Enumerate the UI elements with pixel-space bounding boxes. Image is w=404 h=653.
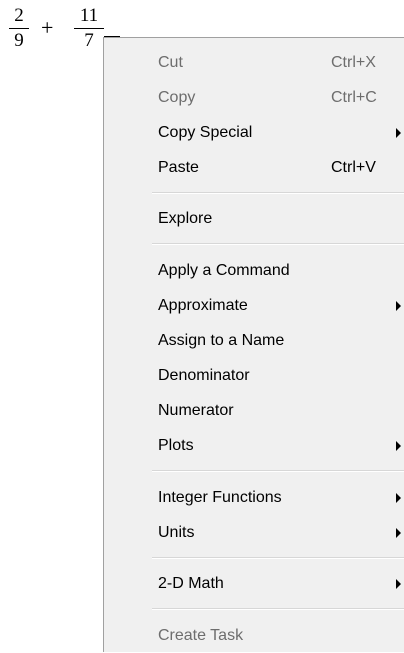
menu-item-paste[interactable]: Paste Ctrl+V: [104, 151, 404, 185]
plus-operator: +: [41, 15, 54, 40]
menu-item-explore[interactable]: Explore: [104, 202, 404, 236]
menu-item-label: Assign to a Name: [158, 332, 285, 349]
menu-item-assign-to-a-name[interactable]: Assign to a Name: [104, 324, 404, 358]
menu-item-shortcut: Ctrl+V: [331, 159, 376, 176]
menu-item-label: Apply a Command: [158, 262, 290, 279]
fraction-eleven-sevenths: 11 7: [74, 6, 104, 50]
menu-item-plots[interactable]: Plots: [104, 429, 404, 463]
menu-item-label: Integer Functions: [158, 489, 282, 506]
menu-item-integer-functions[interactable]: Integer Functions: [104, 481, 404, 515]
submenu-arrow-icon: [396, 301, 401, 311]
menu-item-denominator[interactable]: Denominator: [104, 359, 404, 393]
menu-item-shortcut: Ctrl+C: [331, 89, 377, 106]
menu-separator: [152, 243, 404, 245]
fraction-denominator: 7: [84, 30, 94, 51]
menu-item-create-task[interactable]: Create Task: [104, 619, 404, 653]
menu-item-label: Cut: [158, 54, 183, 71]
menu-item-2d-math[interactable]: 2-D Math: [104, 567, 404, 601]
menu-item-units[interactable]: Units: [104, 516, 404, 550]
menu-item-label: Explore: [158, 210, 213, 227]
submenu-arrow-icon: [396, 128, 401, 138]
submenu-arrow-icon: [396, 493, 401, 503]
menu-item-label: Create Task: [158, 627, 244, 644]
menu-item-approximate[interactable]: Approximate: [104, 289, 404, 323]
menu-separator: [152, 557, 404, 559]
fraction-two-ninths: 2 9: [9, 6, 29, 50]
menu-item-label: Plots: [158, 437, 194, 454]
menu-item-copy[interactable]: Copy Ctrl+C: [104, 81, 404, 115]
menu-item-copy-special[interactable]: Copy Special: [104, 116, 404, 150]
submenu-arrow-icon: [396, 528, 401, 538]
math-expression[interactable]: 2 9 + 11 7: [0, 0, 120, 60]
menu-item-cut[interactable]: Cut Ctrl+X: [104, 46, 404, 80]
context-menu: Cut Ctrl+X Copy Ctrl+C Copy Special Past…: [103, 37, 404, 652]
fraction-numerator: 11: [79, 5, 99, 26]
menu-item-label: Denominator: [158, 367, 250, 384]
menu-item-label: Copy Special: [158, 124, 253, 141]
menu-item-numerator[interactable]: Numerator: [104, 394, 404, 428]
menu-separator: [152, 192, 404, 194]
menu-item-label: Units: [158, 524, 195, 541]
menu-item-label: Copy: [158, 89, 196, 106]
menu-item-shortcut: Ctrl+X: [331, 54, 376, 71]
menu-item-label: Numerator: [158, 402, 234, 419]
menu-item-label: Approximate: [158, 297, 248, 314]
menu-item-label: 2-D Math: [158, 575, 224, 592]
fraction-denominator: 9: [14, 30, 24, 51]
fraction-numerator: 2: [14, 5, 24, 26]
submenu-arrow-icon: [396, 441, 401, 451]
menu-separator: [152, 608, 404, 610]
menu-separator: [152, 470, 404, 472]
menu-item-apply-a-command[interactable]: Apply a Command: [104, 254, 404, 288]
submenu-arrow-icon: [396, 579, 401, 589]
menu-item-label: Paste: [158, 159, 199, 176]
